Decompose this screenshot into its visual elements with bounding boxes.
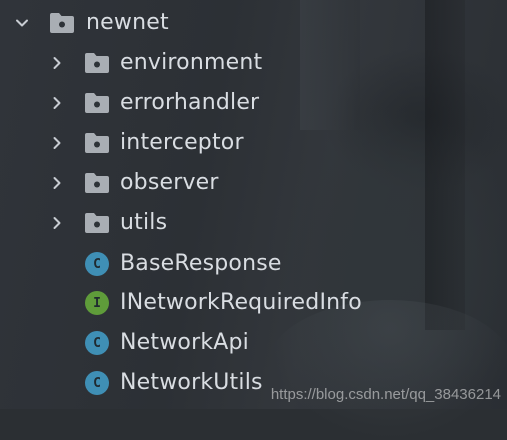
tree-node-label: errorhandler	[120, 90, 260, 115]
folder-package-icon	[84, 91, 110, 115]
tree-node-label: INetworkRequiredInfo	[120, 290, 362, 315]
tree-node-observer[interactable]: observer	[0, 163, 420, 203]
class-badge: C	[85, 331, 109, 355]
folder-package-icon	[49, 11, 75, 35]
tree-node-inetworkrequiredinfo[interactable]: I INetworkRequiredInfo	[0, 283, 420, 323]
tree-node-label: utils	[120, 210, 168, 235]
chevron-right-icon[interactable]	[47, 133, 67, 153]
tree-node-networkapi[interactable]: C NetworkApi	[0, 323, 420, 363]
tree-node-label: NetworkApi	[120, 330, 249, 355]
class-icon: C	[84, 252, 110, 276]
watermark: https://blog.csdn.net/qq_38436214	[270, 386, 501, 403]
interface-icon: I	[84, 291, 110, 315]
tree-node-label: newnet	[86, 10, 169, 35]
chevron-right-icon[interactable]	[47, 213, 67, 233]
tree-node-errorhandler[interactable]: errorhandler	[0, 83, 420, 123]
class-badge: C	[85, 252, 109, 276]
class-badge: C	[85, 371, 109, 395]
folder-package-icon	[84, 131, 110, 155]
background-pillar	[425, 0, 465, 330]
tree-node-interceptor[interactable]: interceptor	[0, 123, 420, 163]
tree-node-label: BaseResponse	[120, 251, 282, 276]
class-icon: C	[84, 331, 110, 355]
tree-node-newnet[interactable]: newnet	[0, 3, 420, 43]
tree-node-environment[interactable]: environment	[0, 43, 420, 83]
chevron-right-icon[interactable]	[47, 173, 67, 193]
chevron-right-icon[interactable]	[47, 93, 67, 113]
interface-badge: I	[85, 291, 109, 315]
tree-node-utils[interactable]: utils	[0, 203, 420, 243]
chevron-down-icon[interactable]	[12, 13, 32, 33]
tree-node-label: environment	[120, 50, 263, 75]
chevron-right-icon[interactable]	[47, 53, 67, 73]
tree-node-label: interceptor	[120, 130, 244, 155]
folder-package-icon	[84, 171, 110, 195]
folder-package-icon	[84, 211, 110, 235]
folder-package-icon	[84, 51, 110, 75]
class-icon: C	[84, 371, 110, 395]
tree-node-baseresponse[interactable]: C BaseResponse	[0, 244, 420, 284]
tree-node-label: observer	[120, 170, 219, 195]
tree-node-label: NetworkUtils	[120, 370, 263, 395]
